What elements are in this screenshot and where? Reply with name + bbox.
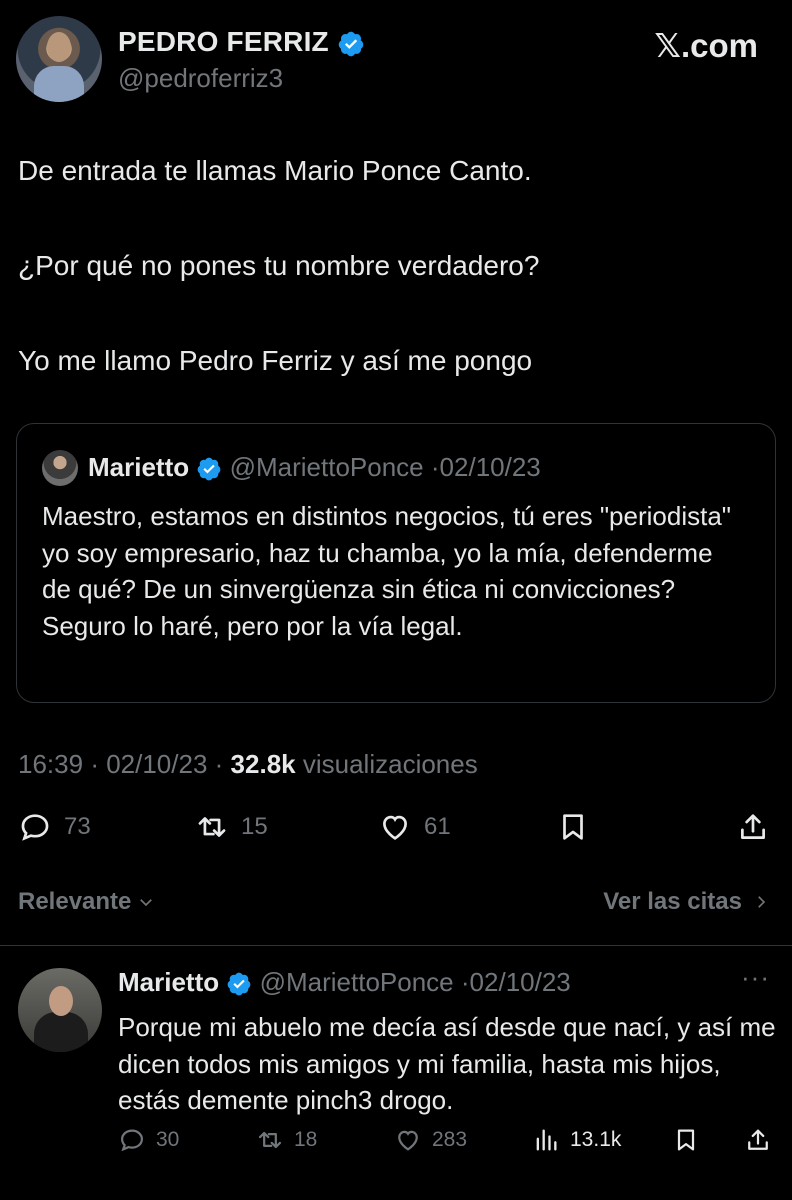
reply-repost-count: 18 [294,1128,318,1151]
verified-badge-icon [338,31,364,56]
tweet-date: 02/10/23 [106,749,208,779]
repost-icon [198,817,226,837]
tweet-time: 16:39 [18,749,84,779]
like-button[interactable]: 61 [378,810,451,844]
reply-views-count: 13.1k [570,1128,622,1151]
views-count: 32.8k [230,749,296,779]
reply-text: Porque mi abuelo me decía así desde que … [118,1012,776,1115]
reply-button[interactable]: 73 [18,810,91,844]
quote-author-handle: @MariettoPonce [229,452,424,482]
quote-author-avatar [42,450,78,486]
view-quotes-label: Ver las citas [603,888,742,915]
meta-separator: · [90,749,107,779]
sort-relevance-dropdown[interactable]: Relevante [18,888,155,916]
x-brand-logo: 𝕏.com [654,27,758,64]
reply-author-name[interactable]: Marietto [118,967,219,997]
repost-count: 15 [241,813,268,840]
avatar-head-shape [49,986,73,1016]
reply-like-button[interactable]: 283 [394,1126,467,1154]
view-quotes-link[interactable]: Ver las citas [603,888,770,916]
share-icon [748,1129,768,1150]
reply-icon [120,1129,144,1152]
tweet-text-line-1: De entrada te llamas Mario Ponce Canto. [18,155,532,186]
analytics-icon [536,1129,557,1151]
avatar-body-shape [34,1012,88,1052]
reply-icon [21,814,49,841]
author-avatar[interactable] [16,16,102,102]
author-name[interactable]: PEDRO FERRIZ [118,26,329,57]
bookmark-icon [677,1129,695,1151]
share-icon [741,814,765,839]
heart-icon [398,1130,418,1151]
tweet-text-line-2: ¿Por qué no pones tu nombre verdadero? [18,250,540,281]
quote-date: 02/10/23 [439,452,541,482]
reply-repost-button[interactable]: 18 [256,1126,317,1154]
author-handle[interactable]: @pedroferriz3 [118,63,283,94]
sort-label: Relevante [18,888,132,915]
views-label: visualizaciones [302,749,478,779]
reply-bookmark-button[interactable] [672,1126,700,1154]
repost-button[interactable]: 15 [195,810,268,844]
reply-separator: · [460,967,470,997]
chevron-right-icon [758,896,766,908]
repost-icon [258,1131,282,1149]
reply-author-handle[interactable]: @MariettoPonce [260,967,454,997]
quote-header: Marietto @MariettoPonce ·02/10/23 [88,452,541,483]
reply-reply-count: 30 [156,1128,180,1151]
meta-separator: · [214,749,231,779]
tweet-text-line-3: Yo me llamo Pedro Ferriz y así me pongo [18,345,533,376]
tweet-meta: 16:39 · 02/10/23 · 32.8k visualizaciones [18,749,478,780]
reply-like-count: 283 [432,1128,468,1151]
verified-badge-icon [197,457,221,481]
author-name-row[interactable]: PEDRO FERRIZ [118,26,365,58]
like-count: 61 [424,813,451,840]
avatar-shirt-shape [34,66,84,102]
quote-separator: · [430,452,440,482]
share-button[interactable] [736,810,770,844]
chevron-down-icon [140,899,153,907]
reply-date: 02/10/23 [469,967,571,997]
quote-author-name: Marietto [88,452,190,482]
reply-count: 73 [64,813,91,840]
reply-reply-button[interactable]: 30 [118,1126,179,1154]
reply-views-button[interactable]: 13.1k [532,1126,621,1154]
heart-icon [383,815,407,840]
quote-text: Maestro, estamos en distintos negocios, … [42,501,732,641]
verified-badge-icon [227,972,251,996]
section-divider [0,945,792,946]
reply-share-button[interactable] [744,1126,772,1154]
reply-author-avatar[interactable] [18,968,102,1052]
bookmark-button[interactable] [556,810,590,844]
reply-header: Marietto @MariettoPonce ·02/10/23 [118,967,571,998]
avatar-head-shape [47,32,71,62]
more-options-icon[interactable]: ··· [741,962,770,993]
bookmark-icon [563,814,583,840]
